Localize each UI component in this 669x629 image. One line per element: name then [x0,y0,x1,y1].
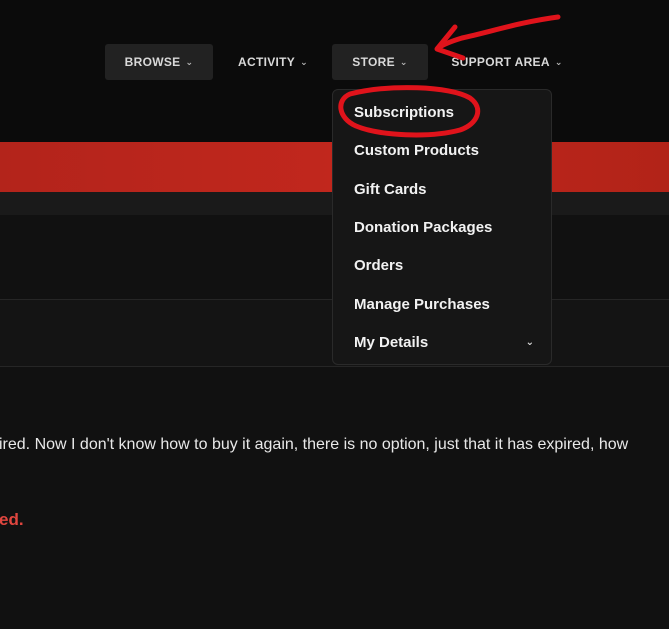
nav-browse-label: BROWSE [124,55,181,69]
post-text: ired. Now I don't know how to buy it aga… [0,436,629,453]
menu-item-orders[interactable]: Orders [354,254,544,276]
menu-item-custom-products[interactable]: Custom Products [354,139,544,161]
menu-item-label: Custom Products [354,141,480,159]
menu-item-manage-purchases[interactable]: Manage Purchases [354,293,544,315]
nav-store[interactable]: STORE ⌄ [332,44,428,80]
menu-item-label: Subscriptions [354,103,455,121]
chevron-down-icon: ⌄ [399,56,408,67]
menu-item-label: Orders [354,256,404,274]
menu-item-label: Donation Packages [354,218,493,236]
menu-item-label: Manage Purchases [354,295,490,313]
post-highlight-text: ed. [0,510,24,529]
chevron-down-icon: ⌄ [554,56,563,67]
page: BROWSE ⌄ ACTIVITY ⌄ STORE ⌄ SUPPORT AREA… [0,0,669,629]
chevron-down-icon: ⌄ [525,336,534,348]
menu-item-label: My Details [354,333,429,351]
menu-item-my-details[interactable]: My Details ⌄ [354,331,544,353]
nav-browse[interactable]: BROWSE ⌄ [105,44,213,80]
menu-item-subscriptions[interactable]: Subscriptions [354,101,544,123]
chevron-down-icon: ⌄ [185,56,194,67]
nav-support-area-label: SUPPORT AREA [451,55,550,69]
chevron-down-icon: ⌄ [300,56,308,67]
nav-activity[interactable]: ACTIVITY ⌄ [226,44,320,80]
menu-item-donation-packages[interactable]: Donation Packages [354,216,544,238]
menu-item-label: Gift Cards [354,180,427,198]
store-dropdown-menu: Subscriptions Custom Products Gift Cards… [332,89,552,365]
nav-store-label: STORE [352,55,395,69]
nav-activity-label: ACTIVITY [238,55,296,69]
post-body [0,367,669,629]
menu-item-gift-cards[interactable]: Gift Cards [354,178,544,200]
nav-support-area[interactable]: SUPPORT AREA ⌄ [444,44,570,80]
